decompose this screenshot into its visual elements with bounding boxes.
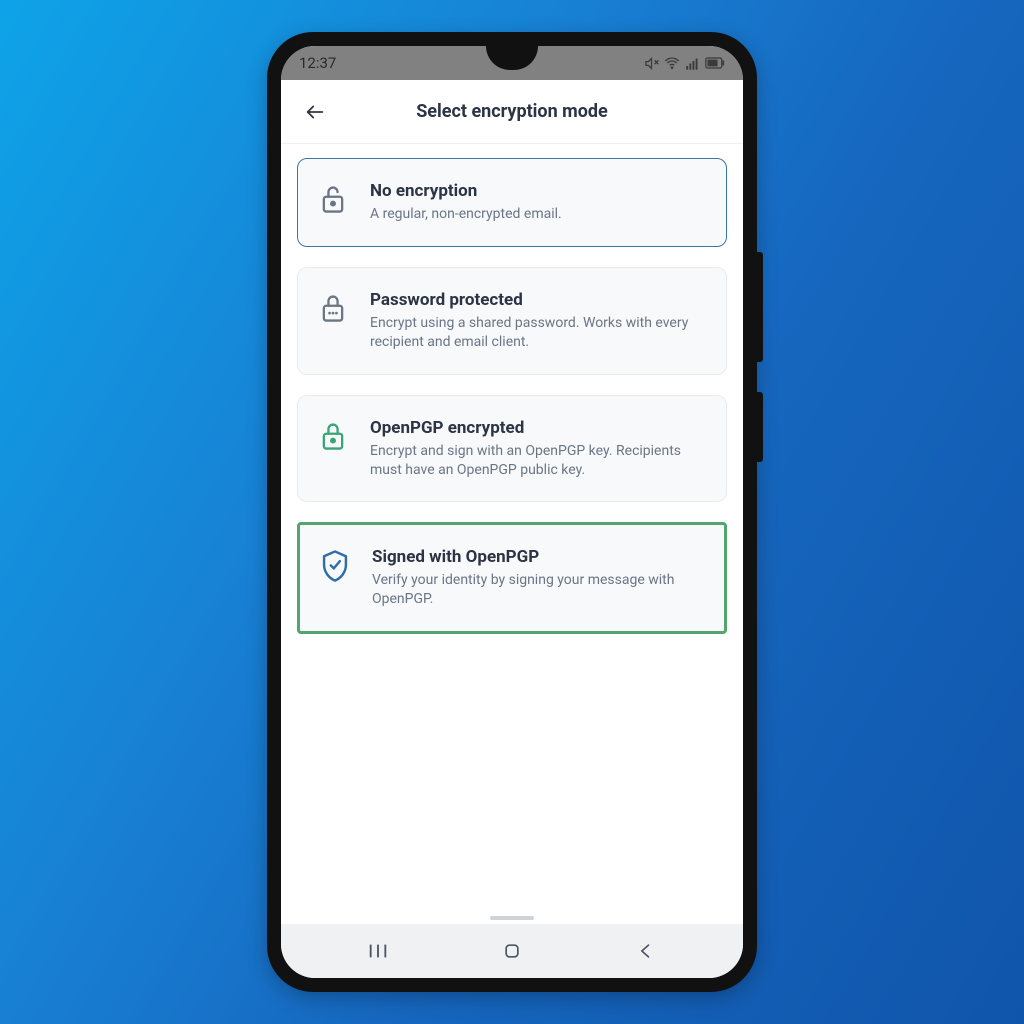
battery-icon xyxy=(705,57,725,69)
signal-icon xyxy=(685,56,700,71)
option-openpgp-encrypted[interactable]: OpenPGP encrypted Encrypt and sign with … xyxy=(297,395,727,503)
page-title: Select encryption mode xyxy=(331,101,693,122)
lock-icon xyxy=(316,420,350,452)
nav-recents-button[interactable] xyxy=(348,931,408,971)
option-title: Signed with OpenPGP xyxy=(372,547,704,567)
option-desc: A regular, non-encrypted email. xyxy=(370,205,706,224)
back-button[interactable] xyxy=(299,96,331,128)
recents-icon xyxy=(367,940,389,962)
status-time: 12:37 xyxy=(299,54,336,72)
wifi-icon xyxy=(664,55,680,71)
status-icons xyxy=(644,55,725,71)
unlock-icon xyxy=(316,183,350,215)
option-signed-openpgp[interactable]: Signed with OpenPGP Verify your identity… xyxy=(297,522,727,634)
option-desc: Verify your identity by signing your mes… xyxy=(372,571,704,609)
option-password-protected[interactable]: Password protected Encrypt using a share… xyxy=(297,267,727,375)
option-no-encryption[interactable]: No encryption A regular, non-encrypted e… xyxy=(297,158,727,247)
encryption-options-list: No encryption A regular, non-encrypted e… xyxy=(281,144,743,924)
shield-check-icon xyxy=(318,549,352,583)
lock-dots-icon xyxy=(316,292,350,324)
phone-screen: 12:37 Select encryption mode xyxy=(281,46,743,978)
nav-home-button[interactable] xyxy=(482,931,542,971)
option-title: No encryption xyxy=(370,181,706,201)
mute-icon xyxy=(644,56,659,71)
system-nav-bar xyxy=(281,924,743,978)
nav-back-icon xyxy=(636,941,656,961)
home-icon xyxy=(502,941,522,961)
option-desc: Encrypt using a shared password. Works w… xyxy=(370,314,706,352)
back-arrow-icon xyxy=(304,101,326,123)
phone-frame: 12:37 Select encryption mode xyxy=(267,32,757,992)
option-title: OpenPGP encrypted xyxy=(370,418,706,438)
gesture-handle xyxy=(490,916,534,920)
nav-back-button[interactable] xyxy=(616,931,676,971)
option-title: Password protected xyxy=(370,290,706,310)
option-desc: Encrypt and sign with an OpenPGP key. Re… xyxy=(370,442,706,480)
app-header: Select encryption mode xyxy=(281,80,743,144)
